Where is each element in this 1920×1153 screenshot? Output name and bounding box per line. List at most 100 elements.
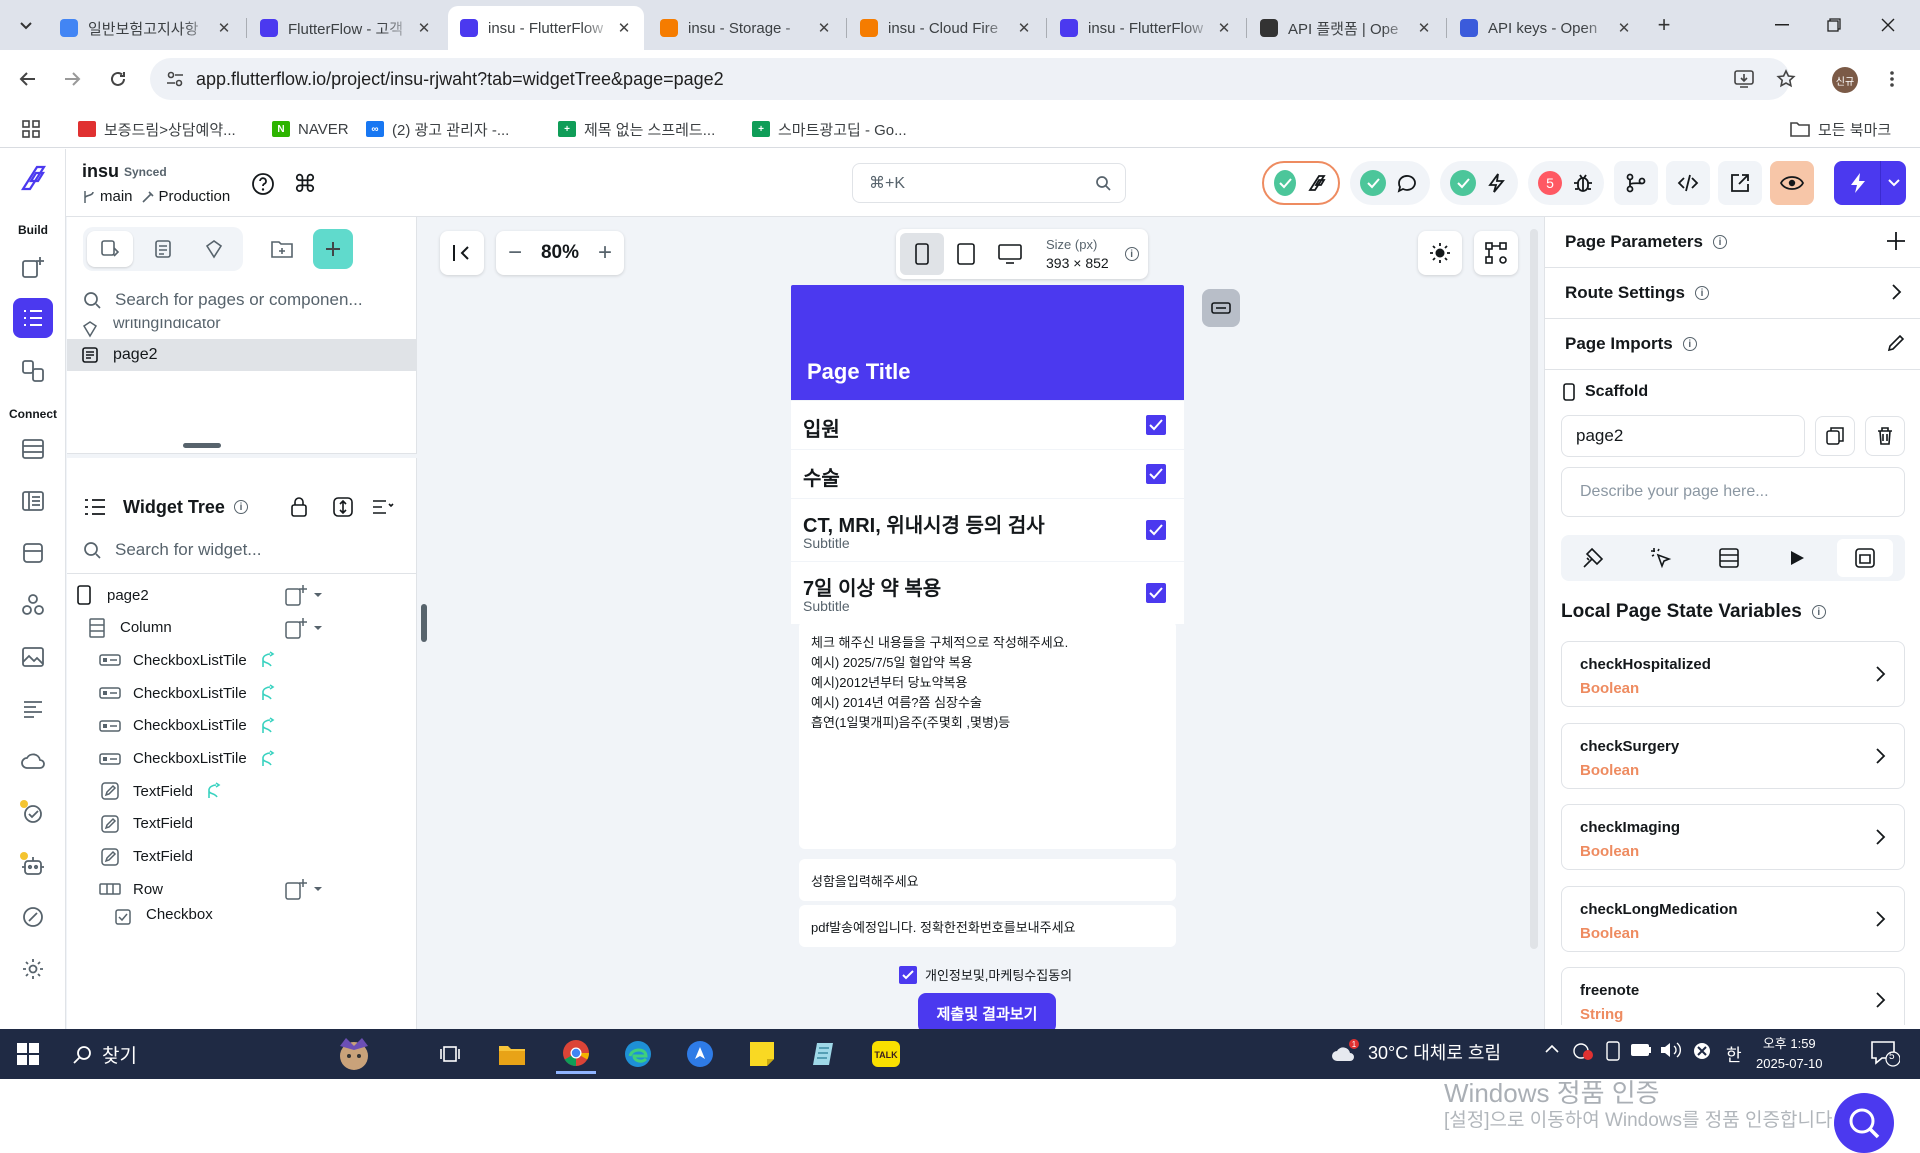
- project-name[interactable]: insu: [82, 161, 119, 182]
- name-field[interactable]: 성함을입력해주세요: [799, 859, 1176, 901]
- run-options-chevron-icon[interactable]: [1880, 161, 1906, 205]
- browser-tab[interactable]: insu - FlutterFlow ✕: [1048, 6, 1244, 50]
- command-search[interactable]: ⌘+K: [852, 163, 1126, 203]
- back-icon[interactable]: [12, 63, 44, 95]
- mobile-device-icon[interactable]: [900, 233, 944, 275]
- close-tab-icon[interactable]: ✕: [1614, 18, 1634, 38]
- flutterflow-logo-icon[interactable]: [13, 159, 53, 199]
- tab-search-chevron-icon[interactable]: [10, 9, 42, 41]
- widget-tree-node[interactable]: page2: [73, 579, 149, 611]
- search-widget-input[interactable]: Search for widget...: [67, 527, 417, 573]
- browser-tab[interactable]: API keys - Open ✕: [1448, 6, 1644, 50]
- info-icon[interactable]: i: [1811, 605, 1826, 619]
- widget-tree-node[interactable]: TextField: [99, 808, 193, 840]
- widget-tree-node[interactable]: Row: [99, 873, 163, 905]
- checkbox-list-tile[interactable]: 입원: [791, 401, 1184, 449]
- network-disconnected-icon[interactable]: [1692, 1041, 1712, 1061]
- canvas-settings-icon[interactable]: [1474, 231, 1518, 275]
- info-icon[interactable]: i: [1694, 286, 1709, 300]
- bookmark-item[interactable]: 보증드림>상담예약...: [78, 118, 236, 140]
- app-values-icon[interactable]: [13, 481, 53, 521]
- submit-button[interactable]: 제출및 결과보기: [918, 993, 1056, 1029]
- widget-tree-node[interactable]: CheckboxListTile: [99, 710, 277, 742]
- weather-widget[interactable]: 1 30°C 대체로 흐림: [1330, 1039, 1501, 1065]
- pages-tab-icon[interactable]: [87, 231, 133, 267]
- widget-tree-node[interactable]: TextField: [99, 841, 193, 873]
- add-page-button[interactable]: [313, 229, 353, 269]
- zoom-in-icon[interactable]: +: [598, 239, 612, 267]
- page-item-writing-indicator[interactable]: writingIndicator: [67, 319, 417, 339]
- checkbox-list-tile[interactable]: CT, MRI, 위내시경 등의 검사 Subtitle: [791, 499, 1184, 561]
- keyboard-shortcuts-icon[interactable]: ⌘: [288, 167, 322, 201]
- sync-status-pill[interactable]: [1262, 161, 1340, 205]
- close-tab-icon[interactable]: ✕: [1414, 18, 1434, 38]
- comments-pill[interactable]: [1350, 161, 1430, 205]
- branching-icon[interactable]: [1614, 161, 1658, 205]
- consent-checkbox[interactable]: [899, 965, 917, 984]
- profile-avatar[interactable]: 신규: [1832, 67, 1858, 93]
- help-icon[interactable]: [246, 167, 280, 201]
- tree-scrollbar[interactable]: [421, 604, 427, 642]
- info-icon[interactable]: i: [1682, 337, 1697, 351]
- app-bar[interactable]: Page Title: [791, 285, 1184, 400]
- widget-tree-icon[interactable]: [13, 298, 53, 338]
- close-tab-icon[interactable]: ✕: [414, 18, 434, 38]
- add-child-widget-icon[interactable]: [285, 582, 327, 608]
- desktop-device-icon[interactable]: [988, 233, 1032, 275]
- add-widget-icon[interactable]: [13, 247, 53, 287]
- kakaotalk-icon[interactable]: TALK: [866, 1034, 906, 1074]
- info-icon[interactable]: i: [1712, 235, 1727, 249]
- reload-icon[interactable]: [102, 63, 134, 95]
- collapse-panel-icon[interactable]: [440, 231, 484, 275]
- run-app-button[interactable]: [1834, 161, 1906, 205]
- chevron-right-icon[interactable]: [1870, 827, 1890, 847]
- file-explorer-icon[interactable]: [492, 1034, 532, 1074]
- browser-tab[interactable]: insu - Cloud Fire ✕: [848, 6, 1044, 50]
- tray-device-icon[interactable]: [1604, 1041, 1622, 1061]
- checkbox-checked[interactable]: [1146, 520, 1166, 540]
- page-description-field[interactable]: Describe your page here...: [1561, 467, 1905, 517]
- add-child-widget-icon[interactable]: [285, 615, 327, 641]
- battery-icon[interactable]: [1630, 1043, 1652, 1057]
- chevron-right-icon[interactable]: [1870, 909, 1890, 929]
- page-name-field[interactable]: page2: [1561, 415, 1805, 457]
- notepad-icon[interactable]: [804, 1034, 844, 1074]
- restore-icon[interactable]: [1806, 0, 1862, 50]
- browser-tab[interactable]: API 플랫폼 | Ope ✕: [1248, 6, 1444, 50]
- branch-info[interactable]: main Production: [82, 188, 230, 205]
- tablet-device-icon[interactable]: [944, 233, 988, 275]
- url-bar[interactable]: app.flutterflow.io/project/insu-rjwaht?t…: [150, 58, 1790, 100]
- apps-grid-icon[interactable]: [22, 118, 40, 140]
- chevron-right-icon[interactable]: [1870, 664, 1890, 684]
- tray-app-icon[interactable]: [1572, 1041, 1594, 1061]
- widget-tree-node[interactable]: CheckboxListTile: [99, 677, 277, 709]
- checkbox-checked[interactable]: [1146, 464, 1166, 484]
- theme-text-icon[interactable]: [13, 689, 53, 729]
- firestore-icon[interactable]: [13, 429, 53, 469]
- issues-pill[interactable]: 5: [1528, 161, 1604, 205]
- taskbar-search[interactable]: 찾기: [72, 1041, 137, 1068]
- checkbox-list-tile[interactable]: 7일 이상 약 복용 Subtitle: [791, 562, 1184, 624]
- agent-icon[interactable]: [13, 845, 53, 885]
- bookmark-item[interactable]: + 제목 없는 스프레드...: [558, 118, 715, 140]
- chevron-right-icon[interactable]: [1870, 746, 1890, 766]
- chevron-right-icon[interactable]: [1885, 281, 1907, 303]
- tree-filter-icon[interactable]: [369, 493, 397, 521]
- checkbox-list-tile[interactable]: 수술: [791, 450, 1184, 498]
- components-tab-icon[interactable]: [140, 231, 186, 267]
- expand-collapse-icon[interactable]: [329, 493, 357, 521]
- windows-start-icon[interactable]: [8, 1034, 48, 1074]
- widget-tree-node[interactable]: TextField: [99, 775, 223, 807]
- duplicate-page-icon[interactable]: [1815, 416, 1855, 456]
- freetext-field[interactable]: 체크 해주신 내용들을 구체적으로 작성해주세요. 예시) 2025/7/5일 …: [799, 621, 1176, 849]
- phone-field[interactable]: pdf발송예정입니다. 정확한전화번호를보내주세요: [799, 905, 1176, 947]
- install-app-icon[interactable]: [1728, 63, 1760, 95]
- sticky-notes-icon[interactable]: [742, 1034, 782, 1074]
- delete-page-icon[interactable]: [1865, 416, 1905, 456]
- forward-icon[interactable]: [56, 63, 88, 95]
- page-imports-section[interactable]: Page Imports i: [1545, 319, 1920, 370]
- preview-eye-icon[interactable]: [1770, 161, 1814, 205]
- media-icon[interactable]: [13, 637, 53, 677]
- view-code-icon[interactable]: [1666, 161, 1710, 205]
- state-variable-item[interactable]: checkSurgery Boolean: [1561, 722, 1905, 789]
